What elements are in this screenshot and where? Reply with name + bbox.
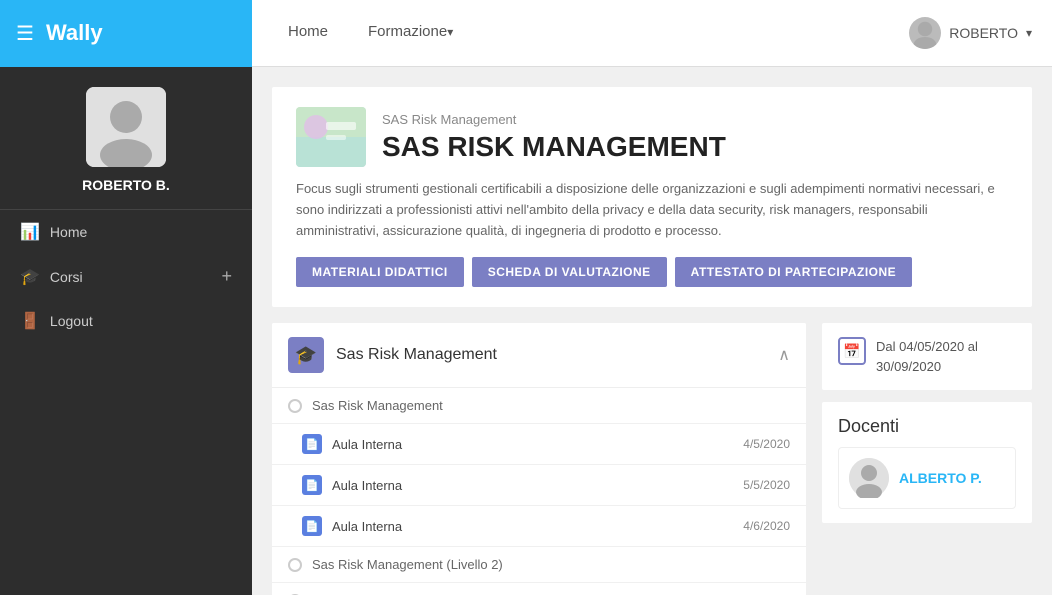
module-section-label-2: Sas Risk Management (Livello 2) <box>312 557 503 572</box>
teacher-avatar <box>849 458 889 498</box>
sidebar-item-logout[interactable]: 🚪 Logout <box>0 299 252 343</box>
sidebar: ROBERTO B. 📊 Home 🎓 Corsi + 🚪 Logout <box>0 67 252 595</box>
course-thumbnail <box>296 107 366 167</box>
lesson-doc-icon: 📄 <box>302 434 322 454</box>
sidebar-item-label-corsi: Corsi <box>50 269 212 285</box>
modules-header-icon: 🎓 <box>288 337 324 373</box>
course-description: Focus sugli strumenti gestionali certifi… <box>296 179 1008 241</box>
module-circle-icon-2 <box>288 558 302 572</box>
module-section-item-3: Modulo Project Work <box>272 583 806 595</box>
brand-area: ☰ Wally <box>0 0 252 67</box>
lesson-date: 4/6/2020 <box>743 519 790 533</box>
corsi-icon: 🎓 <box>20 267 40 287</box>
nav-user-avatar <box>909 17 941 49</box>
brand-title: Wally <box>46 20 103 46</box>
sidebar-profile: ROBERTO B. <box>0 67 252 209</box>
teachers-title: Docenti <box>838 416 1016 437</box>
bottom-section: 🎓 Sas Risk Management ∧ Sas Risk Managem… <box>272 323 1032 595</box>
module-circle-icon <box>288 399 302 413</box>
module-section-item: Sas Risk Management <box>272 388 806 424</box>
hamburger-icon[interactable]: ☰ <box>16 21 34 46</box>
main-layout: ROBERTO B. 📊 Home 🎓 Corsi + 🚪 Logout <box>0 67 1052 595</box>
teacher-card: ALBERTO P. <box>838 447 1016 509</box>
calendar-icon: 📅 <box>838 337 866 365</box>
btn-scheda-valutazione[interactable]: SCHEDA DI VALUTAZIONE <box>472 257 667 287</box>
sidebar-item-label-home: Home <box>50 224 232 240</box>
action-buttons: MATERIALI DIDATTICI SCHEDA DI VALUTAZION… <box>296 257 1008 287</box>
lesson-item[interactable]: 📄 Aula Interna 4/5/2020 <box>272 424 806 465</box>
course-header-card: SAS Risk Management SAS RISK MANAGEMENT … <box>272 87 1032 307</box>
logout-icon: 🚪 <box>20 311 40 331</box>
module-section-item-2: Sas Risk Management (Livello 2) <box>272 547 806 583</box>
date-text: Dal 04/05/2020 al 30/09/2020 <box>876 337 1016 376</box>
sidebar-item-label-logout: Logout <box>50 313 232 329</box>
nav-caret-icon: ▾ <box>1026 26 1032 40</box>
home-icon: 📊 <box>20 222 40 242</box>
lesson-date: 4/5/2020 <box>743 437 790 451</box>
modules-panel: 🎓 Sas Risk Management ∧ Sas Risk Managem… <box>272 323 806 595</box>
add-course-icon[interactable]: + <box>221 266 232 287</box>
nav-link-formazione[interactable]: Formazione <box>348 0 473 67</box>
collapse-btn[interactable]: ∧ <box>778 345 790 365</box>
course-thumb-inner <box>296 107 366 167</box>
date-card: 📅 Dal 04/05/2020 al 30/09/2020 <box>822 323 1032 390</box>
modules-header: 🎓 Sas Risk Management ∧ <box>272 323 806 388</box>
lesson-doc-icon: 📄 <box>302 516 322 536</box>
course-title-row: SAS Risk Management SAS RISK MANAGEMENT <box>296 107 1008 167</box>
btn-attestato-partecipazione[interactable]: ATTESTATO DI PARTECIPAZIONE <box>675 257 913 287</box>
profile-name: ROBERTO B. <box>82 177 170 193</box>
lesson-label: Aula Interna <box>332 437 733 452</box>
profile-avatar <box>86 87 166 167</box>
btn-materiali-didattici[interactable]: MATERIALI DIDATTICI <box>296 257 464 287</box>
teachers-section: Docenti ALBERTO P. <box>822 402 1032 523</box>
sidebar-item-home[interactable]: 📊 Home <box>0 210 252 254</box>
lesson-item[interactable]: 📄 Aula Interna 5/5/2020 <box>272 465 806 506</box>
nav-link-home[interactable]: Home <box>268 0 348 67</box>
lesson-date: 5/5/2020 <box>743 478 790 492</box>
nav-user-menu[interactable]: ROBERTO ▾ <box>889 17 1052 49</box>
nav-username: ROBERTO <box>949 25 1018 41</box>
modules-header-title: Sas Risk Management <box>336 346 766 364</box>
teacher-name: ALBERTO P. <box>899 470 982 486</box>
lesson-item[interactable]: 📄 Aula Interna 4/6/2020 <box>272 506 806 547</box>
content-area: SAS Risk Management SAS RISK MANAGEMENT … <box>252 67 1052 595</box>
sidebar-item-corsi[interactable]: 🎓 Corsi + <box>0 254 252 299</box>
module-section-label: Sas Risk Management <box>312 398 443 413</box>
right-panel: 📅 Dal 04/05/2020 al 30/09/2020 Docenti <box>822 323 1032 595</box>
lesson-label: Aula Interna <box>332 519 733 534</box>
course-main-title: SAS RISK MANAGEMENT <box>382 131 726 163</box>
lesson-doc-icon: 📄 <box>302 475 322 495</box>
course-subtitle: SAS Risk Management <box>382 112 726 127</box>
nav-links: Home Formazione <box>252 0 889 67</box>
top-nav: ☰ Wally Home Formazione ROBERTO ▾ <box>0 0 1052 67</box>
course-title-text-area: SAS Risk Management SAS RISK MANAGEMENT <box>382 112 726 163</box>
lesson-label: Aula Interna <box>332 478 733 493</box>
